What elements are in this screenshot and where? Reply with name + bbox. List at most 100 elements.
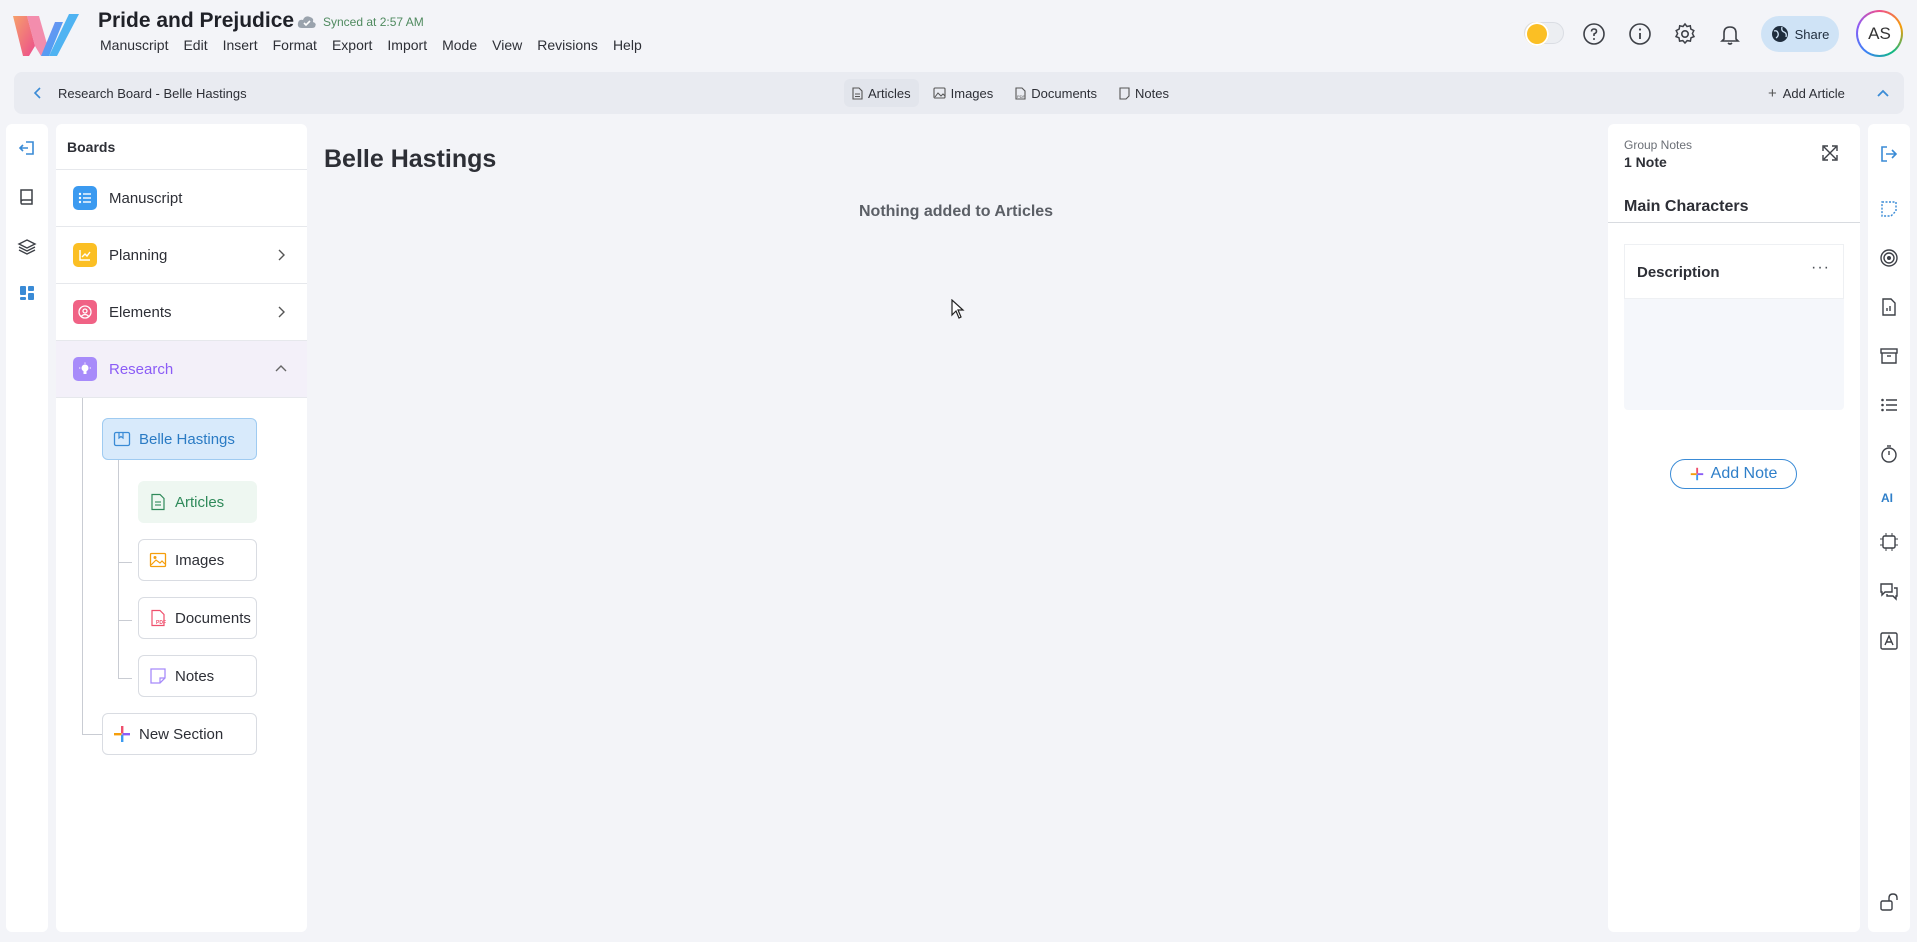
avatar-initials: AS: [1858, 12, 1901, 55]
plus-multicolor-icon: [1690, 467, 1703, 481]
sub-item-documents-label: Documents: [175, 609, 251, 627]
image-icon: [149, 552, 167, 568]
sub-item-notes-label: Notes: [175, 667, 215, 685]
board-label-research: Research: [109, 360, 174, 378]
back-chevron-icon[interactable]: [32, 87, 44, 99]
lightbulb-icon: [73, 357, 97, 381]
exit-panel-icon[interactable]: [1879, 144, 1899, 164]
user-avatar[interactable]: AS: [1856, 10, 1903, 57]
menu-help[interactable]: Help: [613, 37, 642, 53]
share-label: Share: [1794, 26, 1830, 42]
menu-view[interactable]: View: [492, 37, 522, 53]
board-item-planning[interactable]: Planning: [56, 226, 307, 283]
add-article-button[interactable]: + Add Article: [1768, 72, 1845, 114]
list-icon[interactable]: [1879, 395, 1899, 415]
mouse-cursor-icon: [951, 299, 965, 319]
chevron-up-icon[interactable]: [274, 362, 288, 376]
image-icon: [933, 87, 946, 99]
menu-format[interactable]: Format: [273, 37, 317, 53]
note-card-header: Description ···: [1624, 244, 1844, 299]
plus-multicolor-icon: [114, 726, 130, 742]
collapse-sidebar-icon[interactable]: [17, 138, 37, 158]
menu-insert[interactable]: Insert: [223, 37, 258, 53]
research-board-bar: Research Board - Belle Hastings Articles…: [14, 72, 1904, 114]
help-icon[interactable]: [1580, 20, 1608, 48]
more-options-icon[interactable]: ···: [1811, 259, 1830, 277]
collapse-chevron-up-icon[interactable]: [1873, 83, 1893, 103]
info-icon[interactable]: [1626, 20, 1654, 48]
menu-manuscript[interactable]: Manuscript: [100, 37, 168, 53]
sub-item-notes[interactable]: Notes: [138, 655, 257, 697]
menu-mode[interactable]: Mode: [442, 37, 477, 53]
menu-edit[interactable]: Edit: [183, 37, 207, 53]
notifications-bell-icon[interactable]: [1716, 20, 1744, 48]
ai-button[interactable]: AI: [1881, 491, 1893, 505]
menu-import[interactable]: Import: [387, 37, 427, 53]
tab-articles[interactable]: Articles: [844, 79, 919, 107]
chevron-right-icon[interactable]: [274, 305, 288, 319]
sticky-note-icon[interactable]: [1879, 199, 1899, 219]
svg-text:PDF: PDF: [156, 620, 166, 626]
chart-icon: [73, 243, 97, 267]
note-card[interactable]: Description ···: [1624, 244, 1844, 410]
globe-icon: [1771, 26, 1788, 42]
note-card-title: Description: [1637, 264, 1720, 281]
sync-text: Synced at 2:57 AM: [323, 15, 424, 29]
person-icon: [73, 300, 97, 324]
app-logo[interactable]: [13, 14, 79, 56]
timer-icon[interactable]: [1879, 444, 1899, 464]
board-tabs: Articles Images PDF Documents Notes: [844, 79, 1177, 107]
top-bar: Pride and Prejudice Synced at 2:57 AM Ma…: [0, 0, 1917, 68]
layers-icon[interactable]: [17, 237, 37, 257]
left-icon-rail: [6, 124, 48, 932]
add-note-label: Add Note: [1710, 465, 1778, 482]
group-notes-panel: Group Notes 1 Note Main Characters Descr…: [1608, 124, 1860, 932]
cloud-check-icon: [297, 16, 316, 28]
add-article-label: Add Article: [1782, 85, 1845, 101]
document-icon: PDF: [1015, 86, 1026, 100]
boards-icon[interactable]: [17, 283, 37, 303]
chevron-right-icon[interactable]: [274, 248, 288, 262]
book-icon[interactable]: [17, 187, 37, 207]
board-label-elements: Elements: [109, 303, 172, 321]
plus-icon: +: [1768, 84, 1777, 102]
new-section-button[interactable]: New Section: [102, 713, 257, 755]
page-title: Belle Hastings: [324, 145, 497, 173]
tab-articles-label: Articles: [868, 85, 911, 101]
tab-images[interactable]: Images: [925, 79, 1002, 107]
note-icon: [150, 668, 166, 684]
board-item-elements[interactable]: Elements: [56, 283, 307, 340]
expand-icon[interactable]: [1821, 144, 1839, 162]
tab-notes[interactable]: Notes: [1111, 79, 1177, 107]
svg-text:PDF: PDF: [1017, 94, 1026, 99]
settings-icon[interactable]: [1671, 20, 1699, 48]
group-notes-label: Group Notes: [1624, 138, 1693, 152]
breadcrumb-label: Research Board - Belle Hastings: [58, 85, 247, 101]
empty-state-message: Nothing added to Articles: [859, 203, 1054, 220]
document-title[interactable]: Pride and Prejudice: [98, 9, 294, 33]
list-icon: [73, 186, 97, 210]
note-group-title[interactable]: Main Characters: [1624, 198, 1749, 216]
target-icon[interactable]: [1879, 248, 1899, 268]
sub-item-images[interactable]: Images: [138, 539, 257, 581]
article-icon: [852, 86, 863, 100]
boards-title: Boards: [67, 139, 116, 155]
archive-icon[interactable]: [1879, 346, 1899, 366]
tab-documents[interactable]: PDF Documents: [1007, 79, 1105, 107]
menu-export[interactable]: Export: [332, 37, 372, 53]
boards-panel: Boards Manuscript Planning Elements Rese…: [56, 124, 307, 932]
share-button[interactable]: Share: [1761, 16, 1839, 52]
board-item-research[interactable]: Research: [56, 340, 307, 397]
chat-icon[interactable]: [1879, 581, 1899, 601]
report-icon[interactable]: [1879, 297, 1899, 317]
unlock-icon[interactable]: [1879, 892, 1899, 912]
menu-revisions[interactable]: Revisions: [537, 37, 598, 53]
sub-item-documents[interactable]: PDF Documents: [138, 597, 257, 639]
font-style-icon[interactable]: [1879, 631, 1899, 651]
add-note-button[interactable]: Add Note: [1670, 459, 1797, 489]
ai-chip-icon[interactable]: [1879, 532, 1899, 552]
section-belle-hastings[interactable]: Belle Hastings: [102, 418, 257, 460]
theme-toggle[interactable]: [1524, 22, 1564, 46]
board-item-manuscript[interactable]: Manuscript: [56, 169, 307, 226]
sub-item-articles[interactable]: Articles: [138, 481, 257, 523]
